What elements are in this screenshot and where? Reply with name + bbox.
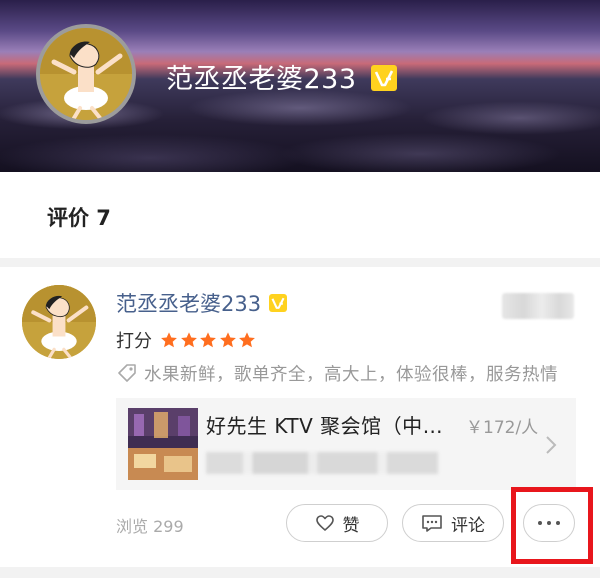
comment-label: 评论 (451, 515, 485, 536)
review-tags: 水果新鲜，歌单齐全，高大上，体验很棒，服务热情 (116, 359, 600, 387)
section-divider (0, 258, 600, 267)
reviews-count-title: 评价 7 (47, 206, 111, 230)
rating-stars (160, 331, 258, 349)
tag-icon (118, 364, 136, 382)
profile-avatar[interactable] (36, 24, 136, 124)
review-tags-text: 水果新鲜，歌单齐全，高大上，体验很棒，服务热情 (144, 364, 558, 385)
star-icon (180, 332, 197, 348)
like-button[interactable]: 赞 (286, 504, 388, 542)
view-count: 浏览 299 (116, 517, 184, 536)
star-icon (200, 332, 216, 348)
shop-price: ￥172/人 (466, 418, 539, 438)
shop-thumbnail (128, 408, 198, 480)
star-icon (239, 332, 255, 348)
profile-name-text: 范丞丞老婆233 (166, 64, 357, 95)
reviewer-avatar[interactable] (22, 285, 96, 359)
reviewer-name-text[interactable]: 范丞丞老婆233 (116, 292, 261, 316)
highlight-box (511, 487, 593, 564)
shop-name: 好先生 KTV 聚会馆（中… (206, 414, 444, 438)
star-icon (219, 332, 236, 348)
rating-row: 打分 (116, 327, 258, 353)
like-label: 赞 (342, 515, 360, 536)
profile-banner: 范丞丞老婆233 (0, 0, 600, 172)
review-date-blurred (502, 293, 574, 319)
reviewer-name[interactable]: 范丞丞老婆233 (116, 289, 288, 319)
rating-label: 打分 (116, 331, 152, 352)
card-bottom-divider (0, 567, 600, 578)
review-card: 范丞丞老婆233 打分 水果新鲜，歌单齐全，高大上，体验很棒，服务热情 好先生 … (0, 267, 600, 578)
shop-address-blurred (206, 452, 438, 474)
heart-icon (315, 515, 334, 531)
star-icon (161, 332, 177, 348)
reviews-header: 评价 7 (0, 172, 600, 258)
shop-card[interactable]: 好先生 KTV 聚会馆（中… ￥172/人 (116, 398, 576, 490)
comment-icon (422, 515, 442, 532)
chevron-right-icon (546, 436, 557, 454)
comment-button[interactable]: 评论 (402, 504, 504, 542)
verified-badge-icon (269, 294, 288, 312)
verified-badge-icon (370, 64, 397, 91)
profile-name: 范丞丞老婆233 (166, 62, 397, 98)
